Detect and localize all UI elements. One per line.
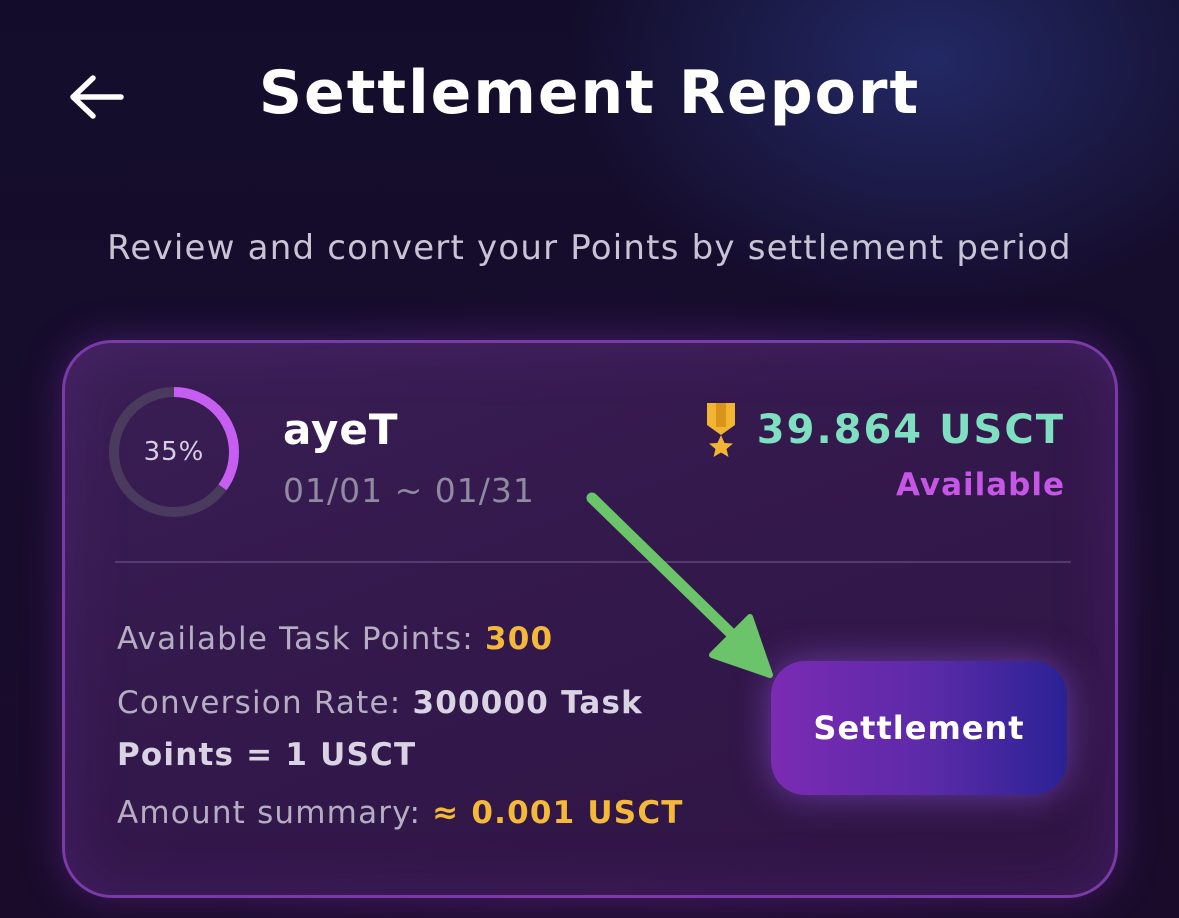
available-points-label: Available Task Points:: [117, 621, 474, 657]
task-name: ayeT: [283, 405, 399, 454]
medal-icon: [707, 403, 735, 457]
status-badge: Available: [895, 467, 1065, 503]
available-points-row: Available Task Points: 300: [117, 613, 553, 665]
progress-label: 35%: [143, 437, 205, 467]
divider: [115, 561, 1071, 563]
amount-summary-value: ≈ 0.001 USCT: [432, 795, 684, 831]
settlement-card: 35% ayeT 01/01 ~ 01/31 39.864 USCT Avail…: [62, 340, 1118, 898]
conversion-rate-row: Conversion Rate: 300000 Task Points = 1 …: [117, 677, 737, 781]
task-period: 01/01 ~ 01/31: [283, 471, 535, 510]
page-title: Settlement Report: [258, 58, 921, 128]
page-subtitle: Review and convert your Points by settle…: [107, 228, 1072, 268]
available-points-value: 300: [484, 621, 554, 657]
settlement-button[interactable]: Settlement: [771, 661, 1067, 795]
amount-summary-row: Amount summary: ≈ 0.001 USCT: [117, 787, 684, 839]
available-amount: 39.864 USCT: [756, 407, 1065, 453]
conversion-rate-label: Conversion Rate:: [117, 685, 402, 721]
header: Settlement Report: [0, 0, 1179, 200]
amount-summary-label: Amount summary:: [117, 795, 422, 831]
